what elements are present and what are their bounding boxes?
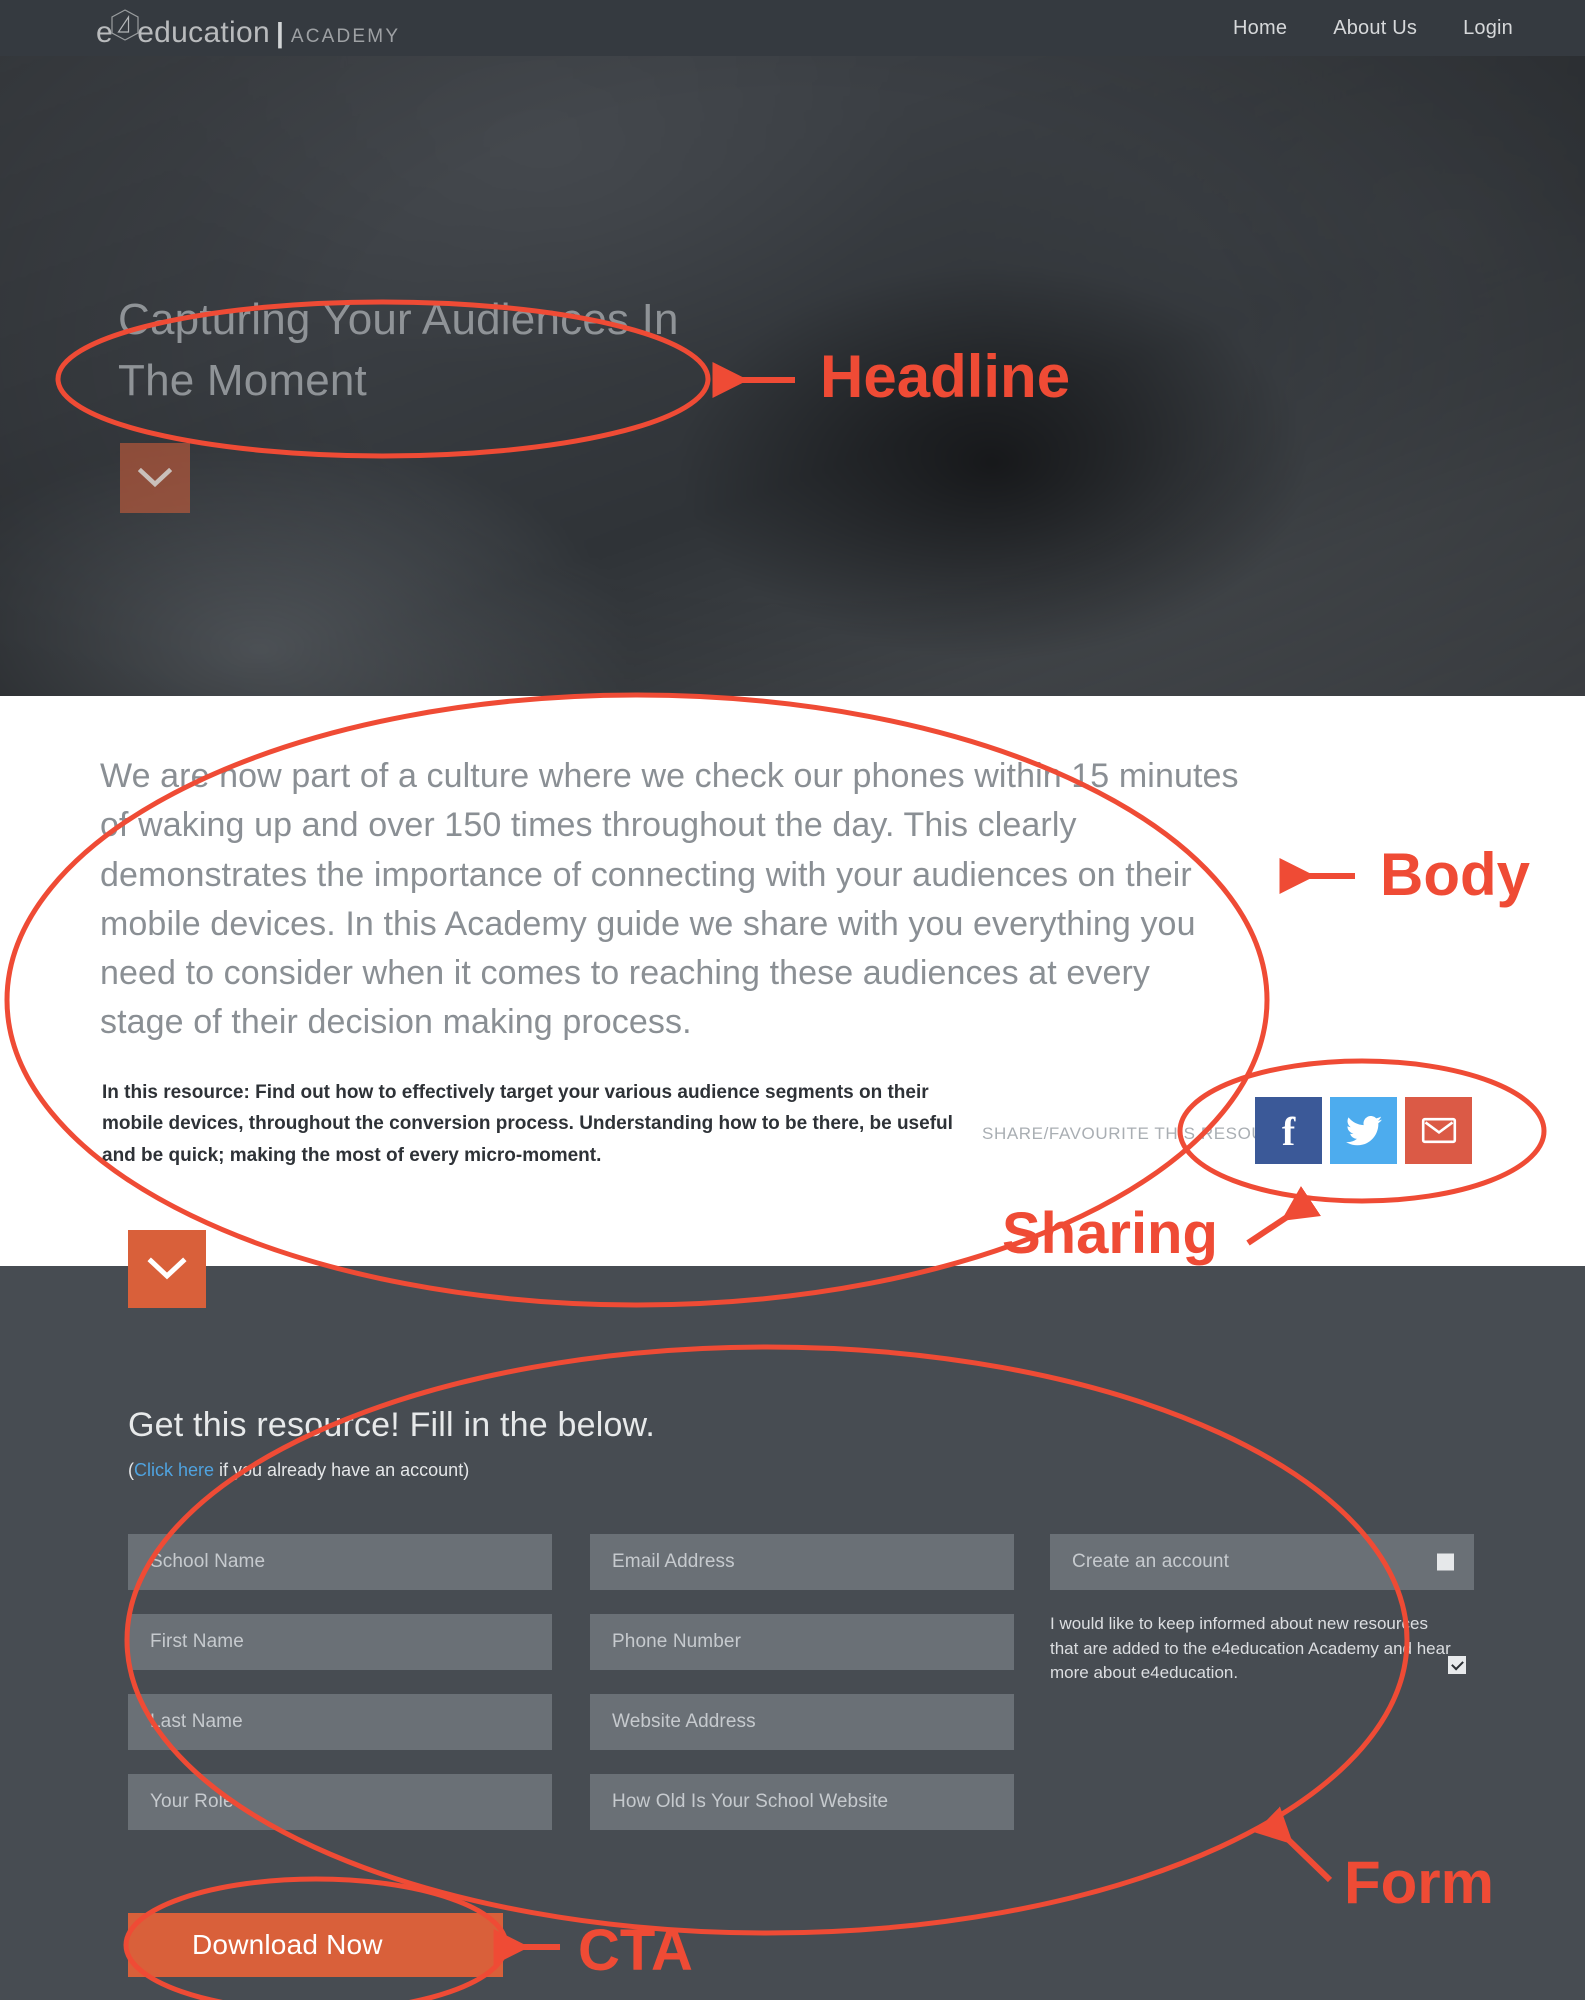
optin-text: I would like to keep informed about new …: [1050, 1614, 1451, 1683]
logo-divider: |: [276, 17, 284, 48]
resource-summary-note: In this resource: Find out how to effect…: [102, 1082, 953, 1166]
site-logo[interactable]: e education | ACADEMY: [96, 8, 400, 50]
body-scroll-down-button[interactable]: [128, 1230, 206, 1308]
logo-word: education: [137, 16, 270, 49]
first-name-placeholder: First Name: [150, 1631, 244, 1652]
facebook-icon: f: [1281, 1108, 1296, 1154]
last-name-input[interactable]: Last Name: [128, 1694, 552, 1750]
nav-link-about-us[interactable]: About Us: [1333, 17, 1417, 40]
envelope-icon: [1421, 1117, 1456, 1144]
twitter-share-button[interactable]: [1330, 1097, 1397, 1164]
website-address-placeholder: Website Address: [612, 1711, 756, 1732]
download-button[interactable]: Download Now: [128, 1913, 503, 1977]
chevron-down-icon: [138, 468, 172, 488]
share-label: SHARE/FAVOURITE THIS RESOURCE: [982, 1124, 1302, 1143]
create-account-row[interactable]: Create an account: [1050, 1534, 1474, 1590]
download-button-label: Download Now: [192, 1929, 383, 1960]
twitter-icon: [1345, 1115, 1382, 1145]
your-role-input[interactable]: Your Role: [128, 1774, 552, 1830]
last-name-placeholder: Last Name: [150, 1711, 243, 1732]
optin-checkbox[interactable]: [1448, 1656, 1466, 1674]
email-address-input[interactable]: Email Address: [590, 1534, 1014, 1590]
create-account-checkbox[interactable]: [1437, 1553, 1454, 1571]
school-website-age-input[interactable]: How Old Is Your School Website: [590, 1774, 1014, 1830]
nav-link-home[interactable]: Home: [1233, 17, 1287, 40]
nav-link-login[interactable]: Login: [1463, 17, 1513, 40]
email-address-placeholder: Email Address: [612, 1551, 735, 1572]
nav-links: Home About Us Login: [1233, 0, 1513, 56]
logo-academy-text: ACADEMY: [290, 26, 401, 47]
create-account-placeholder: Create an account: [1072, 1551, 1229, 1572]
first-name-input[interactable]: First Name: [128, 1614, 552, 1670]
website-address-input[interactable]: Website Address: [590, 1694, 1014, 1750]
logo-hexagon-icon: [110, 8, 140, 42]
form-heading: Get this resource! Fill in the below.: [128, 1406, 656, 1444]
school-website-age-placeholder: How Old Is Your School Website: [612, 1791, 889, 1812]
form-subheading: (Click here if you already have an accou…: [128, 1460, 469, 1481]
school-name-placeholder: School Name: [150, 1551, 266, 1572]
chevron-down-icon: [147, 1257, 187, 1280]
phone-number-input[interactable]: Phone Number: [590, 1614, 1014, 1670]
your-role-placeholder: Your Role: [150, 1791, 234, 1812]
facebook-share-button[interactable]: f: [1255, 1097, 1322, 1164]
phone-number-placeholder: Phone Number: [612, 1631, 741, 1652]
body-section: We are now part of a culture where we ch…: [0, 696, 1585, 1266]
existing-account-link[interactable]: Click here: [134, 1460, 214, 1480]
body-paragraph: We are now part of a culture where we ch…: [100, 757, 1239, 1042]
school-name-input[interactable]: School Name: [128, 1534, 552, 1590]
hero-title: Capturing Your Audiences In The Moment: [118, 295, 679, 405]
email-share-button[interactable]: [1405, 1097, 1472, 1164]
form-sub-rest: if you already have an account): [214, 1460, 470, 1480]
hero-scroll-down-button[interactable]: [120, 443, 190, 513]
share-icons: f: [1255, 1097, 1472, 1164]
landing-page: e education | ACADEMY Home About Us Logi…: [0, 0, 1585, 2000]
top-navigation-bar: e education | ACADEMY Home About Us Logi…: [0, 0, 1585, 56]
